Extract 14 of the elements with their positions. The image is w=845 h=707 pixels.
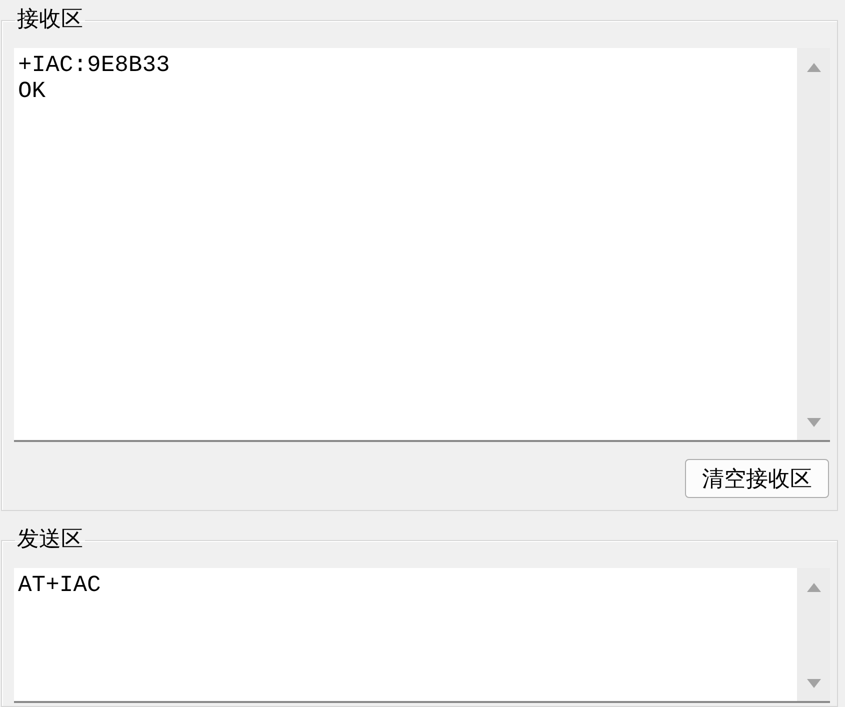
send-text-area[interactable]: AT+IAC [14, 568, 830, 703]
scroll-up-icon[interactable] [806, 583, 820, 592]
received-text-line: +IAC:9E8B33 [18, 52, 170, 78]
receive-text-area[interactable]: +IAC:9E8B33 OK [14, 48, 830, 442]
clear-receive-button[interactable]: 清空接收区 [685, 459, 829, 498]
received-text-line: OK [18, 78, 46, 104]
scroll-down-icon[interactable] [806, 679, 820, 688]
group-title: 接收区 [16, 7, 84, 33]
send-text-line: AT+IAC [18, 572, 101, 598]
scroll-up-icon[interactable] [806, 63, 820, 72]
group-title: 发送区 [16, 527, 84, 553]
vertical-scrollbar[interactable] [797, 48, 830, 440]
vertical-scrollbar[interactable] [797, 568, 830, 701]
scroll-down-icon[interactable] [806, 418, 820, 427]
